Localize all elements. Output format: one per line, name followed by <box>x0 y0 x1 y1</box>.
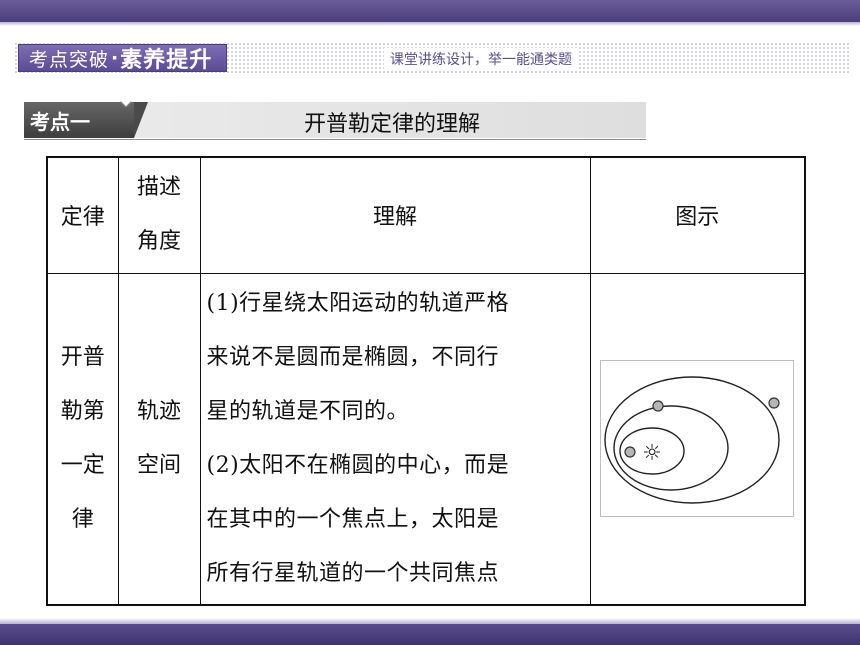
header-aspect-line1: 描述 <box>136 175 181 201</box>
header-understanding: 理解 <box>199 156 591 274</box>
explanation-line: (1)行星绕太阳运动的轨道严格 <box>206 290 510 316</box>
section-subtitle: 课堂讲练设计，举一能通类题 <box>384 48 578 70</box>
header-understanding-text: 理解 <box>372 205 417 231</box>
bottom-band <box>0 624 860 645</box>
topic-underline <box>24 139 646 140</box>
explanation-line: (2)太阳不在椭圆的中心，而是 <box>206 452 510 478</box>
middle-planet <box>652 400 664 412</box>
section-label-part1: 考点突破 <box>29 48 110 71</box>
topic-tag-tip <box>134 102 148 138</box>
explanation-line: 所有行星轨道的一个共同焦点 <box>206 560 500 586</box>
row1-aspect-line: 空间 <box>136 452 181 478</box>
explanation-line: 星的轨道是不同的。 <box>206 398 410 424</box>
section-label: 考点突破 · 素养提升 <box>18 44 228 73</box>
row1-law-line: 律 <box>71 506 94 532</box>
header-aspect-line2: 角度 <box>136 229 181 255</box>
section-label-part2: 素养提升 <box>120 48 213 73</box>
inner-planet <box>624 446 636 458</box>
header-illustration-text: 图示 <box>675 205 720 231</box>
header-aspect: 描述 角度 <box>117 156 201 274</box>
explanation-line: 在其中的一个焦点上，太阳是 <box>206 506 500 532</box>
header-law-text: 定律 <box>60 205 105 231</box>
row1-illustration: ☼ <box>589 272 806 606</box>
orbit-diagram-svg: ☼ <box>604 376 780 504</box>
topic-tag: 考点一 <box>24 102 134 138</box>
explanation-line: 来说不是圆而是椭圆，不同行 <box>206 344 500 370</box>
section-label-dot: · <box>111 47 119 69</box>
top-band <box>0 0 860 22</box>
header-law: 定律 <box>46 156 119 274</box>
sun-icon: ☼ <box>642 441 662 466</box>
topic-title: 开普勒定律的理解 <box>304 112 481 137</box>
topic-header: 考点一 开普勒定律的理解 <box>24 96 646 142</box>
row1-aspect: 轨迹 空间 <box>117 272 201 606</box>
row1-explanation: (1)行星绕太阳运动的轨道严格 来说不是圆而是椭圆，不同行 星的轨道是不同的。 … <box>199 272 591 606</box>
kepler-law-table: 定律 描述 角度 理解 图示 开普 勒第 一定 律 轨迹 空间 (1)行星绕太阳… <box>46 156 806 606</box>
outer-planet <box>768 397 780 409</box>
outer-orbit <box>604 376 780 504</box>
row1-law-line: 勒第 <box>60 398 105 424</box>
top-band-shadow <box>0 22 860 26</box>
section-header: 考点突破 · 素养提升 课堂讲练设计，举一能通类题 <box>14 42 850 74</box>
table-row: 开普 勒第 一定 律 轨迹 空间 (1)行星绕太阳运动的轨道严格 来说不是圆而是… <box>46 272 806 606</box>
orbit-diagram: ☼ <box>600 360 795 518</box>
row1-law: 开普 勒第 一定 律 <box>46 272 119 606</box>
row1-law-line: 一定 <box>60 452 105 478</box>
row1-aspect-line: 轨迹 <box>136 398 181 424</box>
row1-law-line: 开普 <box>60 344 105 370</box>
header-illustration: 图示 <box>589 156 806 274</box>
table-header-row: 定律 描述 角度 理解 图示 <box>46 156 806 274</box>
